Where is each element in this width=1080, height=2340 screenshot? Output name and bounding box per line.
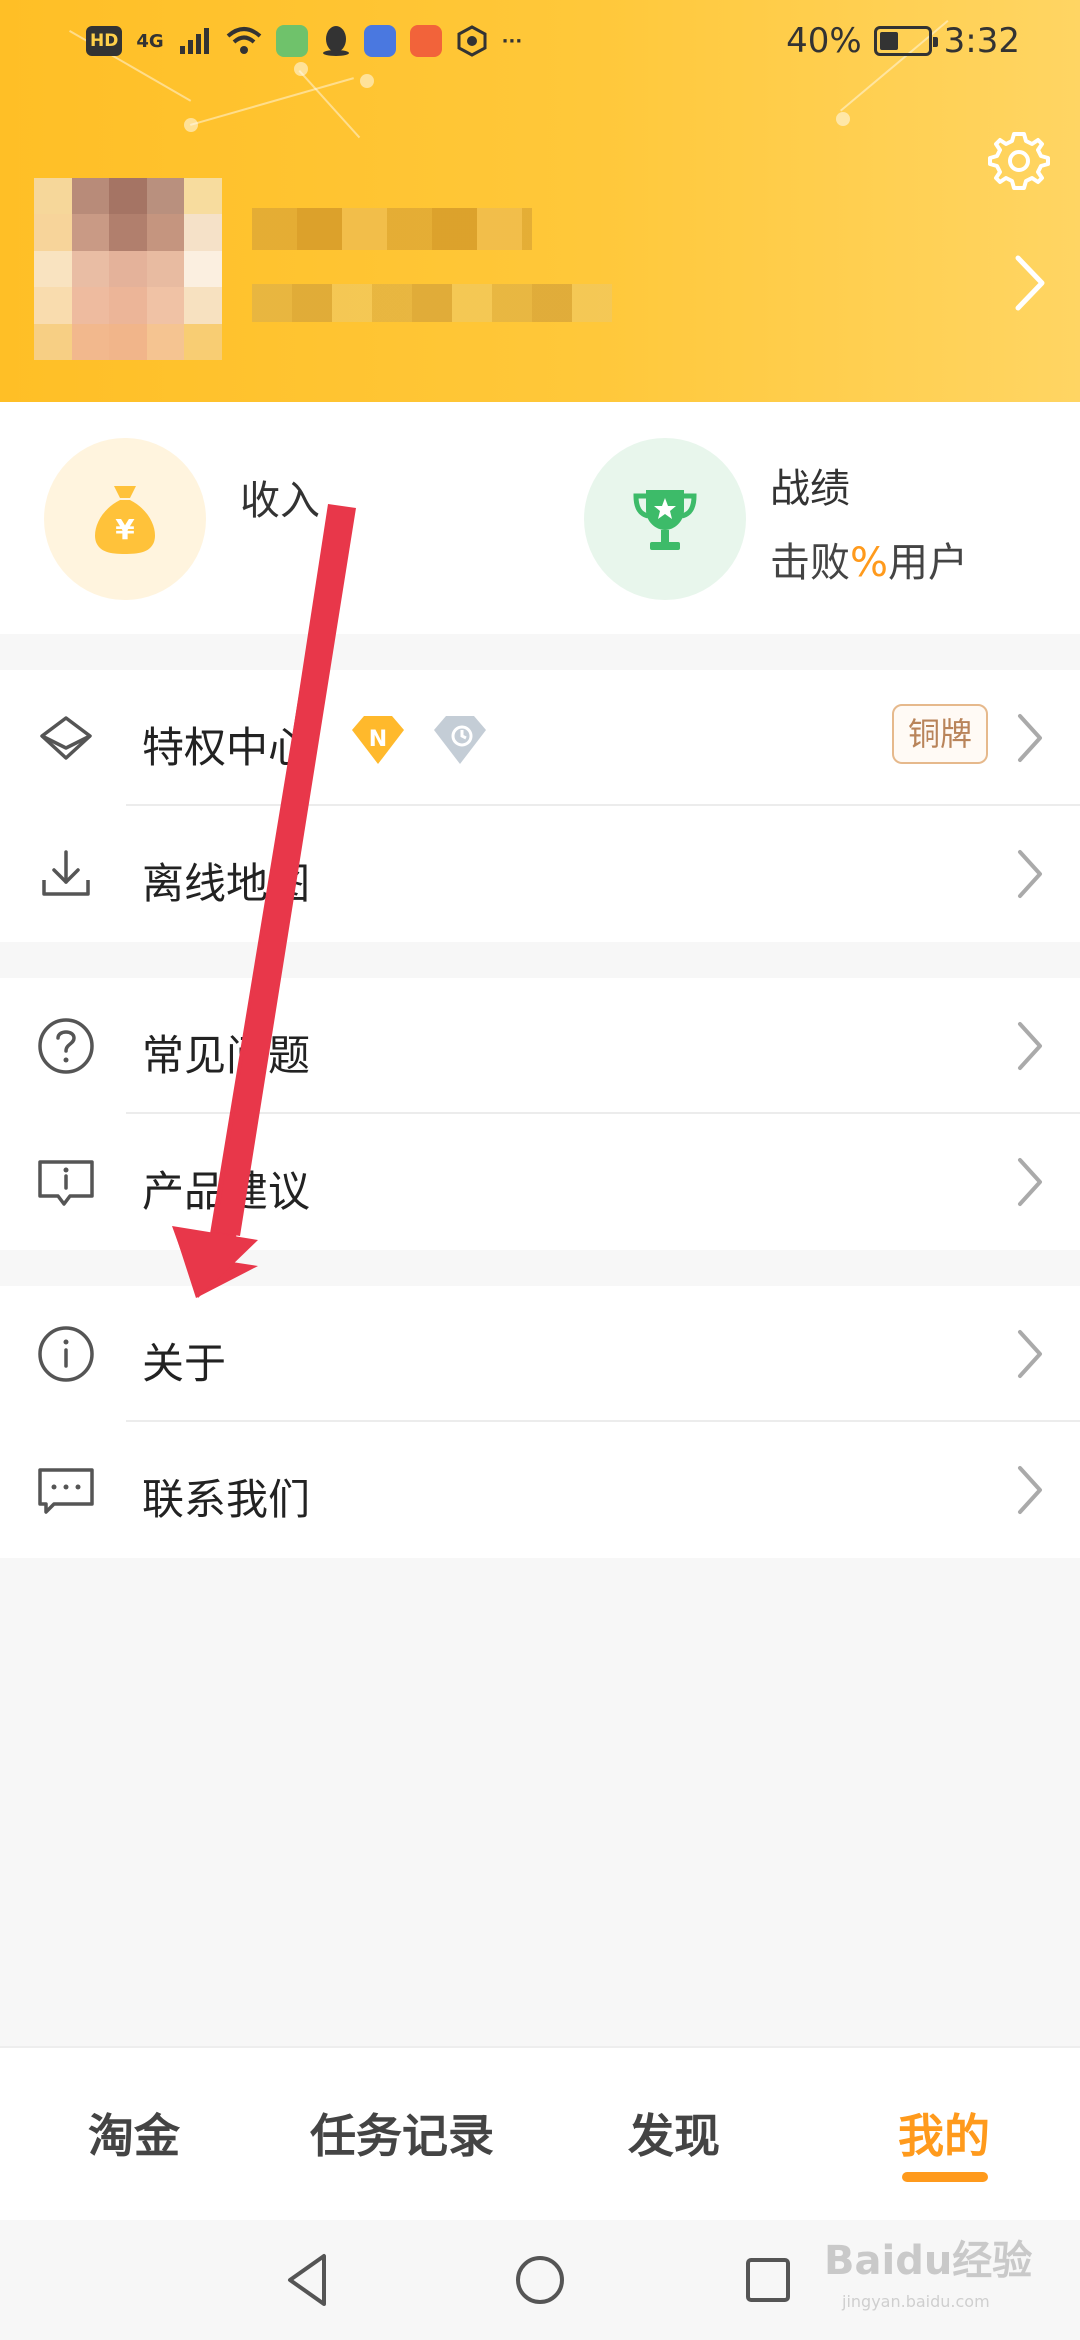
profile-header: HD 4G ··· 40% 3:32 xyxy=(0,0,1080,402)
menu-item-faq[interactable]: 常见问题 xyxy=(0,978,1080,1114)
hexagon-app-icon xyxy=(457,25,487,57)
diamond-icon xyxy=(40,716,92,760)
back-icon[interactable] xyxy=(278,2248,342,2312)
tab-task-records[interactable]: 任务记录 xyxy=(310,2100,494,2166)
qq-icon xyxy=(322,26,349,56)
menu-section-privilege: 特权中心 N 铜牌 离线地图 xyxy=(0,670,1080,942)
bottom-tab-bar: 淘金 任务记录 发现 我的 xyxy=(0,2046,1080,2220)
badge-n-text: N xyxy=(369,727,387,752)
header-decoration xyxy=(184,118,198,132)
info-icon xyxy=(38,1326,94,1382)
chevron-right-icon[interactable] xyxy=(1010,252,1050,314)
network-type: 4G xyxy=(136,30,164,52)
watermark: Baidu经验 xyxy=(824,2238,1033,2284)
faq-label: 常见问题 xyxy=(142,1031,311,1080)
record-percent: % xyxy=(850,540,889,586)
question-icon xyxy=(38,1018,94,1074)
tab-mine[interactable]: 我的 xyxy=(898,2100,990,2166)
feedback-icon xyxy=(38,1160,94,1206)
user-id-blurred xyxy=(252,284,612,322)
header-decoration xyxy=(190,77,354,126)
username-blurred xyxy=(252,208,532,250)
offline-map-label: 离线地图 xyxy=(142,859,311,908)
silver-badge-icon xyxy=(434,716,486,764)
menu-item-contact[interactable]: 联系我们 xyxy=(0,1422,1080,1558)
download-icon xyxy=(42,850,90,896)
menu-item-feedback[interactable]: 产品建议 xyxy=(0,1114,1080,1250)
active-tab-indicator xyxy=(902,2172,988,2182)
watermark-url: jingyan.baidu.com xyxy=(842,2292,990,2311)
recents-icon[interactable] xyxy=(736,2248,800,2312)
chevron-right-icon xyxy=(1018,714,1042,762)
chevron-right-icon xyxy=(1018,1158,1042,1206)
record-label: 战绩 xyxy=(770,466,850,512)
menu-item-privilege[interactable]: 特权中心 N 铜牌 xyxy=(0,670,1080,806)
about-label: 关于 xyxy=(142,1339,227,1388)
header-decoration xyxy=(836,112,850,126)
signal-icon xyxy=(179,28,209,54)
status-bar: HD 4G ··· 40% 3:32 xyxy=(0,0,1080,82)
telegram-app-icon xyxy=(275,25,308,57)
svg-text:¥: ¥ xyxy=(115,513,135,546)
tab-discover[interactable]: 发现 xyxy=(628,2100,720,2166)
gear-icon[interactable] xyxy=(986,128,1052,194)
battery-level xyxy=(879,32,898,50)
contact-label: 联系我们 xyxy=(142,1475,311,1524)
battery-percent: 40% xyxy=(786,21,862,61)
tab-taojin[interactable]: 淘金 xyxy=(88,2100,180,2166)
menu-item-about[interactable]: 关于 xyxy=(0,1286,1080,1422)
income-label: 收入 xyxy=(240,478,320,524)
status-icons-right: 40% 3:32 xyxy=(786,21,1020,61)
menu-section-about: 关于 联系我们 xyxy=(0,1286,1080,1558)
bronze-tag: 铜牌 xyxy=(892,704,988,764)
record-subtitle: 击败%用户 xyxy=(770,530,968,588)
privilege-label: 特权中心 xyxy=(142,723,311,772)
avatar[interactable] xyxy=(34,178,222,360)
menu-section-help: 常见问题 产品建议 xyxy=(0,978,1080,1250)
message-icon xyxy=(38,1468,94,1514)
music-app-icon xyxy=(363,25,396,57)
status-icons-left: HD 4G ··· xyxy=(86,25,786,57)
wifi-icon xyxy=(226,27,261,54)
record-sub-after: 用户 xyxy=(888,540,969,586)
privilege-badges: N xyxy=(350,714,488,766)
hd-badge: HD xyxy=(86,26,123,56)
record-sub-before: 击败 xyxy=(770,540,850,586)
money-bag-icon: ¥ xyxy=(44,438,206,600)
video-app-icon xyxy=(409,25,442,57)
clock: 3:32 xyxy=(943,21,1020,61)
chevron-right-icon xyxy=(1018,1022,1042,1070)
feedback-label: 产品建议 xyxy=(142,1167,311,1216)
more-notifications: ··· xyxy=(501,30,523,52)
menu-item-offline-map[interactable]: 离线地图 xyxy=(0,806,1080,942)
home-icon[interactable] xyxy=(508,2248,572,2312)
gold-n-badge-icon: N xyxy=(352,716,404,764)
battery-icon xyxy=(873,26,938,56)
chevron-right-icon xyxy=(1018,1330,1042,1378)
chevron-right-icon xyxy=(1018,1466,1042,1514)
chevron-right-icon xyxy=(1018,850,1042,898)
stats-card: ¥ 收入 战绩 击败%用户 xyxy=(0,402,1080,634)
trophy-icon xyxy=(584,438,746,600)
